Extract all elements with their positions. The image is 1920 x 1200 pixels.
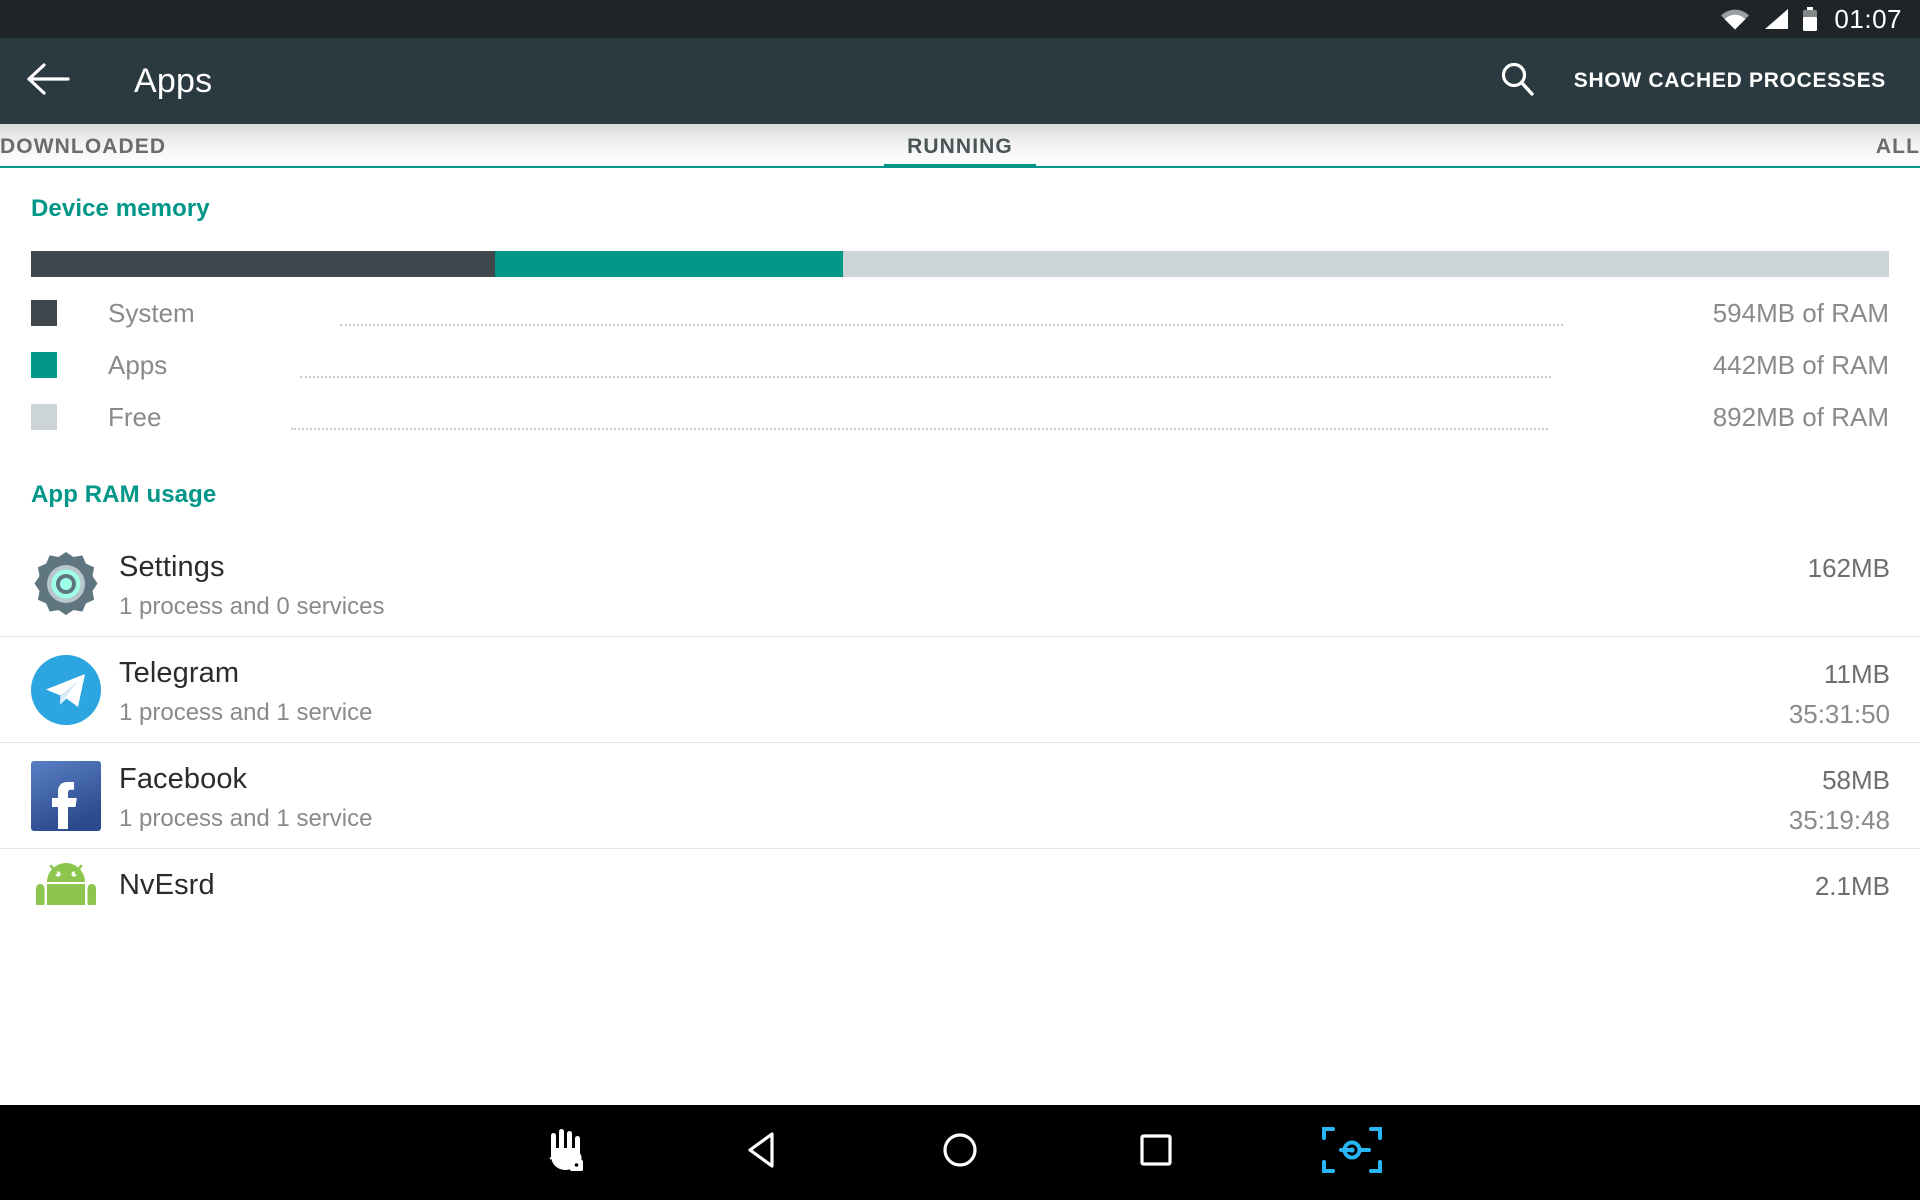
legend-swatch-apps [31, 352, 57, 378]
device-memory-heading: Device memory [31, 195, 210, 222]
search-button[interactable] [1478, 38, 1556, 124]
tab-downloaded-label: DOWNLOADED [0, 135, 167, 158]
show-cached-processes-button[interactable]: SHOW CACHED PROCESSES [1556, 38, 1920, 124]
app-name: NvEsrd [119, 869, 215, 901]
app-time: 35:19:48 [1788, 805, 1890, 835]
back-button-nav[interactable] [666, 1105, 862, 1200]
battery-icon [1802, 7, 1818, 31]
legend-label-apps: Apps [108, 349, 168, 380]
legend-row-apps: Apps 442MB of RAM [31, 345, 1889, 385]
back-triangle-icon [742, 1128, 786, 1177]
tab-all-label: ALL [1875, 135, 1920, 158]
legend-row-system: System 594MB of RAM [31, 293, 1889, 333]
memory-segment-system [31, 251, 495, 277]
legend-value-system: 594MB of RAM [1712, 297, 1889, 328]
app-memory: 11MB [1824, 659, 1890, 689]
app-ram-usage-heading: App RAM usage [31, 481, 217, 508]
app-subtitle: 1 process and 1 service [119, 699, 373, 726]
signal-icon [1763, 8, 1789, 30]
legend-dots-apps [300, 376, 1551, 378]
page-title: Apps [134, 61, 213, 100]
legend-row-free: Free 892MB of RAM [31, 397, 1889, 437]
accessibility-hand-button[interactable] [470, 1105, 666, 1200]
back-button[interactable] [0, 38, 96, 124]
legend-dots-free [291, 428, 1548, 430]
android-settings-screen: 01:07 Apps SHOW CACHED PROCESSES DOWNLOA… [0, 0, 1920, 1200]
navigation-bar [0, 1105, 1920, 1200]
wifi-icon [1720, 8, 1750, 30]
accessibility-hand-icon [542, 1124, 594, 1181]
android-robot-icon [29, 854, 103, 905]
app-row-settings[interactable]: Settings 1 process and 0 services 162MB [0, 531, 1920, 637]
app-time: 35:31:50 [1788, 699, 1890, 729]
legend-dots-system [339, 324, 1563, 326]
recents-square-icon [1134, 1128, 1178, 1177]
home-circle-icon [938, 1128, 982, 1177]
legend-swatch-free [31, 404, 57, 430]
screenshot-capture-icon [1319, 1125, 1385, 1180]
status-clock: 01:07 [1834, 4, 1902, 34]
memory-segment-free [843, 251, 1889, 277]
tab-running[interactable]: RUNNING [640, 124, 1280, 168]
tab-downloaded[interactable]: DOWNLOADED [0, 124, 640, 168]
recents-button-nav[interactable] [1058, 1105, 1254, 1200]
app-memory: 2.1MB [1814, 871, 1890, 901]
app-row-telegram[interactable]: Telegram 1 process and 1 service 11MB 35… [0, 637, 1920, 743]
app-name: Facebook [119, 763, 248, 795]
app-subtitle: 1 process and 0 services [119, 593, 385, 620]
device-memory-bar [31, 251, 1889, 277]
screenshot-capture-button[interactable] [1254, 1105, 1450, 1200]
app-name: Telegram [119, 657, 240, 689]
memory-segment-apps [495, 251, 843, 277]
action-bar: Apps SHOW CACHED PROCESSES [0, 38, 1920, 124]
content-area: Device memory System 594MB of RAM Apps 4… [0, 168, 1920, 905]
app-name: Settings [119, 551, 225, 583]
app-subtitle: 1 process and 1 service [119, 805, 373, 832]
arrow-back-icon [26, 62, 70, 101]
settings-gear-icon [29, 547, 103, 621]
telegram-icon [29, 653, 103, 727]
legend-value-free: 892MB of RAM [1712, 401, 1889, 432]
facebook-icon [29, 759, 103, 833]
legend-swatch-system [31, 300, 57, 326]
app-memory: 58MB [1822, 765, 1890, 795]
tab-all[interactable]: ALL [1280, 124, 1920, 168]
legend-value-apps: 442MB of RAM [1712, 349, 1889, 380]
tab-bar: DOWNLOADED RUNNING ALL [0, 124, 1920, 168]
status-bar: 01:07 [0, 0, 1920, 38]
tab-running-label: RUNNING [907, 135, 1013, 158]
app-memory: 162MB [1807, 553, 1890, 583]
home-button-nav[interactable] [862, 1105, 1058, 1200]
app-row-facebook[interactable]: Facebook 1 process and 1 service 58MB 35… [0, 743, 1920, 849]
search-icon [1498, 60, 1536, 103]
legend-label-system: System [108, 297, 195, 328]
legend-label-free: Free [108, 401, 162, 432]
app-row-nvesrd[interactable]: NvEsrd 2.1MB [0, 849, 1920, 905]
